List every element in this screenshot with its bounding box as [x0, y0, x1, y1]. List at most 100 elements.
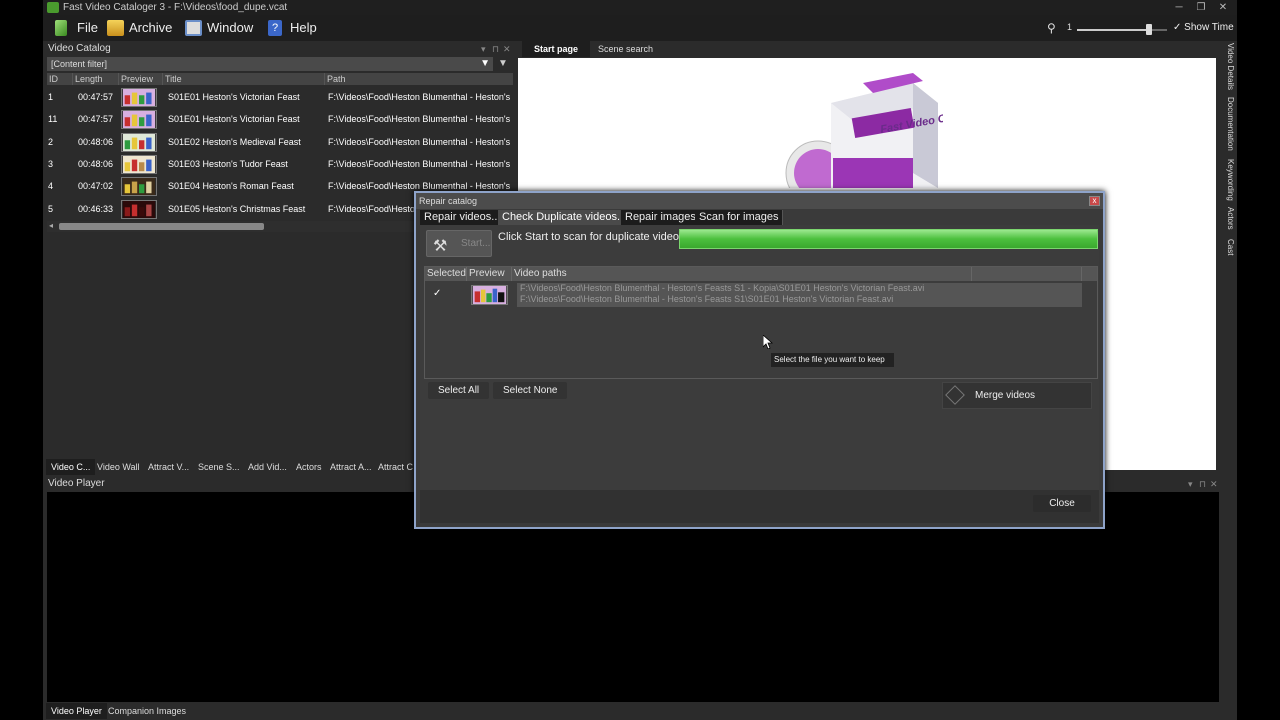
content-filter-dropdown[interactable]: [Content filter] ▼	[47, 57, 493, 71]
zoom-control: ⚲ 1	[1047, 18, 1177, 38]
maximize-button[interactable]: ❐	[1191, 1, 1211, 14]
duplicate-row[interactable]: ✓ F:\Videos\Food\Heston Blumenthal - Hes…	[425, 282, 1097, 308]
tab-catalog-3[interactable]: Scene S...	[193, 459, 245, 475]
row-length: 00:48:06	[78, 158, 114, 169]
tab-video-player[interactable]: Video Player	[46, 703, 107, 719]
close-button[interactable]: Close	[1033, 495, 1091, 512]
pin-icon[interactable]: ⊓	[492, 41, 499, 57]
row-path: F:\Videos\Food\Heston Blumenthal - Hesto…	[328, 158, 512, 169]
tab-catalog-6[interactable]: Attract A...	[325, 459, 377, 475]
tab-catalog-5[interactable]: Actors	[291, 459, 327, 475]
menu-file[interactable]: File	[55, 15, 98, 41]
scroll-left-icon[interactable]: ◂	[49, 221, 53, 230]
column-selected[interactable]: Selected	[425, 267, 467, 281]
selected-checkbox[interactable]: ✓	[433, 289, 443, 299]
close-icon[interactable]: ✕	[1210, 476, 1218, 492]
merge-icon	[945, 385, 965, 405]
zoom-slider-handle[interactable]	[1146, 24, 1152, 35]
tab-catalog-2[interactable]: Attract V...	[143, 459, 194, 475]
duplicate-path-1[interactable]: F:\Videos\Food\Heston Blumenthal - Hesto…	[520, 283, 1082, 294]
mouse-cursor-icon	[763, 335, 773, 349]
column-preview[interactable]: Preview	[119, 73, 163, 85]
pin-icon[interactable]: ⊓	[1199, 476, 1206, 492]
zoom-label: 1	[1067, 22, 1073, 32]
row-title: S01E03 Heston's Tudor Feast	[168, 158, 288, 169]
show-time-toggle[interactable]: ✓ Show Time	[1173, 15, 1234, 41]
zoom-slider[interactable]	[1077, 24, 1167, 35]
tab-companion-images[interactable]: Companion Images	[103, 703, 191, 719]
chevron-down-icon: ▼	[480, 58, 490, 69]
menu-window[interactable]: Window	[185, 15, 253, 41]
select-all-button[interactable]: Select All	[428, 382, 490, 399]
side-tab-cast[interactable]: Cast	[1226, 239, 1235, 255]
minimize-button[interactable]: ─	[1169, 1, 1189, 14]
scan-message: Click Start to scan for duplicate videos…	[498, 231, 694, 243]
row-id: 4	[48, 181, 54, 192]
row-title: S01E02 Heston's Medieval Feast	[168, 136, 301, 147]
table-row[interactable]: 11 00:47:57 S01E01 Heston's Victorian Feas…	[47, 108, 513, 130]
panel-menu-icon[interactable]: ▾	[1188, 476, 1193, 492]
side-tab-strip: Video Details Documentation Keywording A…	[1226, 41, 1237, 261]
row-id: 2	[48, 136, 54, 147]
row-preview-thumbnail	[121, 177, 157, 197]
column-path[interactable]: Path	[325, 73, 513, 85]
merge-videos-button[interactable]: Merge videos	[942, 382, 1092, 409]
panel-title: Video Catalog	[48, 43, 111, 54]
side-tab-actors[interactable]: Actors	[1226, 207, 1235, 230]
row-length: 00:47:57	[78, 92, 114, 102]
filter-icon[interactable]: ▼	[495, 57, 511, 71]
row-preview-thumbnail	[121, 110, 157, 130]
column-length[interactable]: Length	[73, 73, 119, 85]
content-filter-value: [Content filter]	[51, 59, 108, 69]
merge-videos-label: Merge videos	[975, 390, 1036, 401]
scrollbar-thumb[interactable]	[59, 223, 264, 230]
window-title: Fast Video Cataloger 3 - F:\Videos\food_…	[63, 2, 288, 13]
column-title[interactable]: Title	[163, 73, 325, 85]
side-tab-keywording[interactable]: Keywording	[1226, 159, 1235, 201]
duplicate-paths[interactable]: F:\Videos\Food\Heston Blumenthal - Hesto…	[517, 283, 1082, 307]
table-row[interactable]: 2 00:48:06 S01E02 Heston's Medieval Feast F…	[47, 131, 513, 153]
tab-scene-search[interactable]: Scene search	[586, 41, 665, 57]
row-title: S01E04 Heston's Roman Feast	[168, 181, 294, 192]
menu-archive[interactable]: Archive	[107, 15, 172, 41]
panel-menu-icon[interactable]: ▾	[481, 41, 486, 57]
close-icon[interactable]: ✕	[503, 41, 511, 57]
tab-check-duplicate-videos[interactable]: Check Duplicate videos...	[498, 210, 632, 225]
duplicate-grid: Selected Preview Video paths ✓ F:\Videos…	[424, 266, 1098, 379]
app-icon	[47, 2, 59, 13]
zoom-slider-fill	[1077, 29, 1149, 31]
tab-catalog-7[interactable]: Attract C	[373, 459, 418, 475]
product-box-image: Fast Video Cataloger	[785, 73, 943, 188]
show-time-checkbox[interactable]: ✓	[1173, 22, 1181, 33]
tab-catalog-4[interactable]: Add Vid...	[243, 459, 292, 475]
start-page-tabs: Start page Scene search	[516, 41, 1224, 57]
tab-scan-for-images[interactable]: Scan for images	[695, 210, 784, 225]
dialog-close-icon[interactable]: x	[1089, 196, 1100, 206]
close-window-button[interactable]: ✕	[1213, 1, 1233, 14]
dialog-footer: Close	[420, 490, 1099, 523]
column-video-paths[interactable]: Video paths	[512, 267, 972, 281]
column-extra	[972, 267, 1082, 281]
tab-repair-videos[interactable]: Repair videos...	[420, 210, 506, 225]
side-tab-video-details[interactable]: Video Details	[1226, 43, 1235, 90]
duplicate-path-2[interactable]: F:\Videos\Food\Heston Blumenthal - Hesto…	[520, 294, 1082, 305]
tab-repair-images[interactable]: Repair images	[621, 210, 701, 225]
side-tab-documentation[interactable]: Documentation	[1226, 97, 1235, 151]
tab-start-page[interactable]: Start page	[522, 41, 591, 57]
table-row[interactable]: 3 00:48:06 S01E03 Heston's Tudor Feast F:\V…	[47, 153, 513, 175]
column-id[interactable]: ID	[47, 73, 73, 85]
tab-catalog-1[interactable]: Video Wall	[92, 459, 145, 475]
archive-icon	[107, 20, 124, 36]
start-button[interactable]: ⚒ Start...	[426, 230, 492, 257]
row-preview-thumbnail	[121, 88, 157, 107]
help-icon: ?	[268, 20, 282, 36]
repair-catalog-dialog: Repair catalog x Repair videos... Check …	[414, 191, 1105, 529]
row-id: 11	[48, 114, 58, 125]
menu-help[interactable]: ? Help	[268, 15, 317, 41]
column-preview[interactable]: Preview	[467, 267, 512, 281]
row-preview-thumbnail	[121, 154, 157, 174]
select-none-button[interactable]: Select None	[493, 382, 568, 399]
row-path: F:\Videos\Food\Heston Blumenthal - Hesto…	[328, 114, 512, 125]
tab-catalog-0[interactable]: Video C...	[46, 459, 96, 475]
table-row[interactable]: 1 00:47:57 S01E01 Heston's Victorian Feast…	[47, 86, 513, 108]
